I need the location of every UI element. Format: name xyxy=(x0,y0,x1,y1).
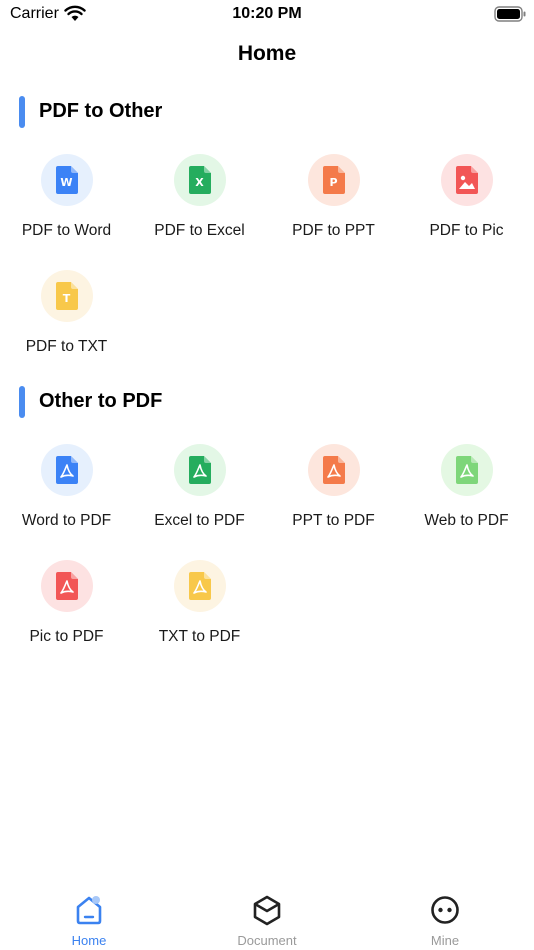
battery-icon xyxy=(494,6,526,22)
pdf-file-icon xyxy=(323,456,345,484)
tool-icon-circle xyxy=(41,444,93,496)
svg-text:T: T xyxy=(63,292,71,305)
section-title: Other to PDF xyxy=(39,390,163,412)
tool-pdf-to-word[interactable]: W PDF to Word xyxy=(0,154,133,254)
tool-label: Web to PDF xyxy=(424,512,509,529)
tool-icon-circle: X xyxy=(174,154,226,206)
tool-icon-circle xyxy=(441,444,493,496)
tab-document[interactable]: Document xyxy=(178,884,356,950)
svg-text:W: W xyxy=(60,176,72,189)
status-time: 10:20 PM xyxy=(232,5,302,22)
tool-icon-circle xyxy=(441,154,493,206)
tool-icon-circle: T xyxy=(41,270,93,322)
tool-icon-circle xyxy=(174,444,226,496)
tab-bar: Home Document Mine xyxy=(0,884,534,950)
tool-label: PDF to PPT xyxy=(292,222,375,239)
tool-label: Pic to PDF xyxy=(29,628,104,645)
svg-text:X: X xyxy=(195,176,204,189)
ppt-file-icon: P xyxy=(323,166,345,194)
mine-icon xyxy=(431,896,459,924)
tool-icon-circle xyxy=(174,560,226,612)
pdf-file-icon xyxy=(56,456,78,484)
tool-label: Excel to PDF xyxy=(154,512,245,529)
excel-file-icon: X xyxy=(189,166,211,194)
page-title: Home xyxy=(237,42,297,65)
tool-label: PDF to Excel xyxy=(154,222,245,239)
tab-label: Home xyxy=(71,933,107,948)
tool-txt-to-pdf[interactable]: TXT to PDF xyxy=(133,560,266,660)
tool-pdf-to-ppt[interactable]: P PDF to PPT xyxy=(267,154,400,254)
tab-home[interactable]: Home xyxy=(0,884,178,950)
tool-word-to-pdf[interactable]: Word to PDF xyxy=(0,444,133,544)
section-accent-bar xyxy=(19,386,25,418)
document-icon xyxy=(253,895,281,926)
tool-label: PDF to Pic xyxy=(429,222,504,239)
svg-text:P: P xyxy=(329,176,337,189)
tool-excel-to-pdf[interactable]: Excel to PDF xyxy=(133,444,266,544)
pdf-file-icon xyxy=(56,572,78,600)
tool-icon-circle: P xyxy=(308,154,360,206)
tool-label: PDF to TXT xyxy=(25,338,108,355)
tab-label: Document xyxy=(237,933,297,948)
tool-label: Word to PDF xyxy=(21,512,112,529)
tool-pdf-to-excel[interactable]: X PDF to Excel xyxy=(133,154,266,254)
tool-pdf-to-pic[interactable]: PDF to Pic xyxy=(400,154,533,254)
section-title: PDF to Other xyxy=(39,100,163,122)
tool-label: TXT to PDF xyxy=(158,628,241,645)
section-accent-bar xyxy=(19,96,25,128)
picture-file-icon xyxy=(456,166,478,194)
pdf-file-icon xyxy=(189,456,211,484)
tool-pic-to-pdf[interactable]: Pic to PDF xyxy=(0,560,133,660)
home-icon xyxy=(76,896,102,925)
tab-mine[interactable]: Mine xyxy=(356,884,534,950)
tool-icon-circle: W xyxy=(41,154,93,206)
pdf-file-icon xyxy=(456,456,478,484)
word-file-icon: W xyxy=(56,166,78,194)
txt-file-icon: T xyxy=(56,282,78,310)
tool-label: PDF to Word xyxy=(21,222,112,239)
tool-ppt-to-pdf[interactable]: PPT to PDF xyxy=(267,444,400,544)
tab-label: Mine xyxy=(430,933,460,948)
tool-label: PPT to PDF xyxy=(292,512,375,529)
tool-icon-circle xyxy=(308,444,360,496)
status-bar: Carrier 10:20 PM xyxy=(0,0,534,30)
tool-icon-circle xyxy=(41,560,93,612)
pdf-file-icon xyxy=(189,572,211,600)
tool-web-to-pdf[interactable]: Web to PDF xyxy=(400,444,533,544)
tool-pdf-to-txt[interactable]: T PDF to TXT xyxy=(0,270,133,370)
